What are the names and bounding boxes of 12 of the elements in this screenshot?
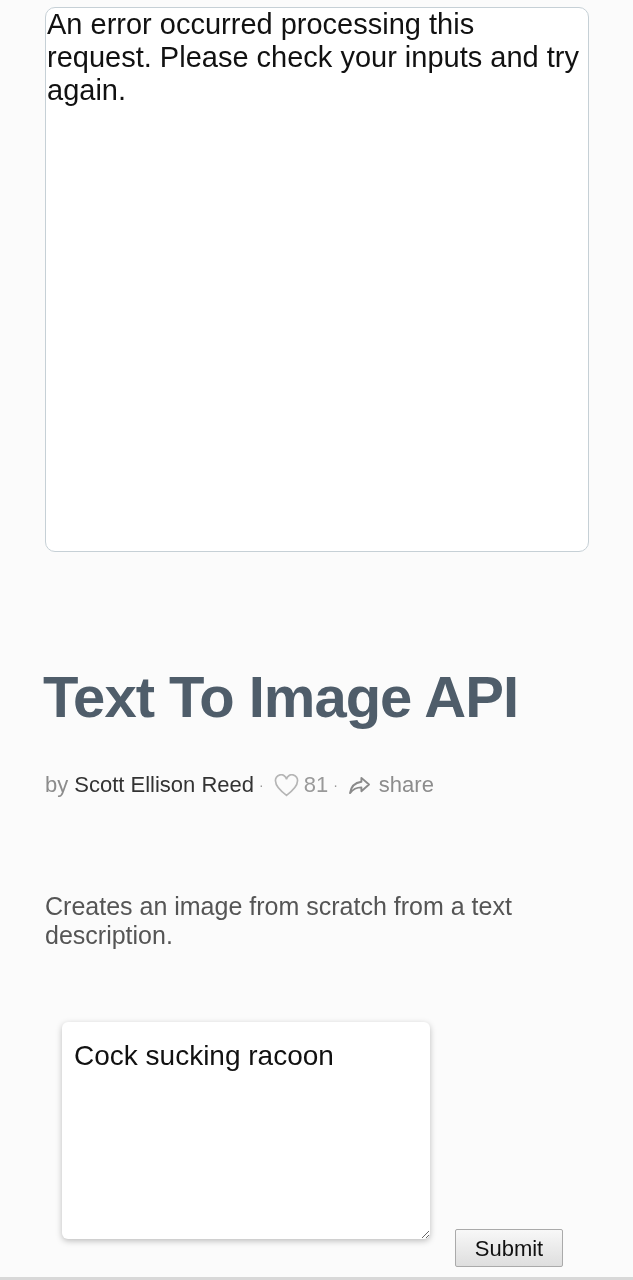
byline-label: by bbox=[45, 772, 69, 798]
separator-dot: · bbox=[259, 776, 264, 795]
separator-dot: · bbox=[333, 776, 338, 795]
heart-icon[interactable] bbox=[273, 773, 299, 797]
page-title: Text To Image API bbox=[43, 663, 519, 731]
prompt-field[interactable]: Cock sucking racoon bbox=[62, 1022, 430, 1239]
description-text: Creates an image from scratch from a text description. bbox=[45, 892, 513, 950]
curved-arrow-icon[interactable] bbox=[347, 775, 371, 795]
result-output: An error occurred processing this request. Please check your inputs and try again. bbox=[45, 7, 589, 552]
like-count: 81 bbox=[303, 772, 329, 798]
author-link[interactable]: Scott Ellison Reed bbox=[74, 772, 254, 798]
submit-button[interactable]: Submit bbox=[455, 1229, 563, 1267]
